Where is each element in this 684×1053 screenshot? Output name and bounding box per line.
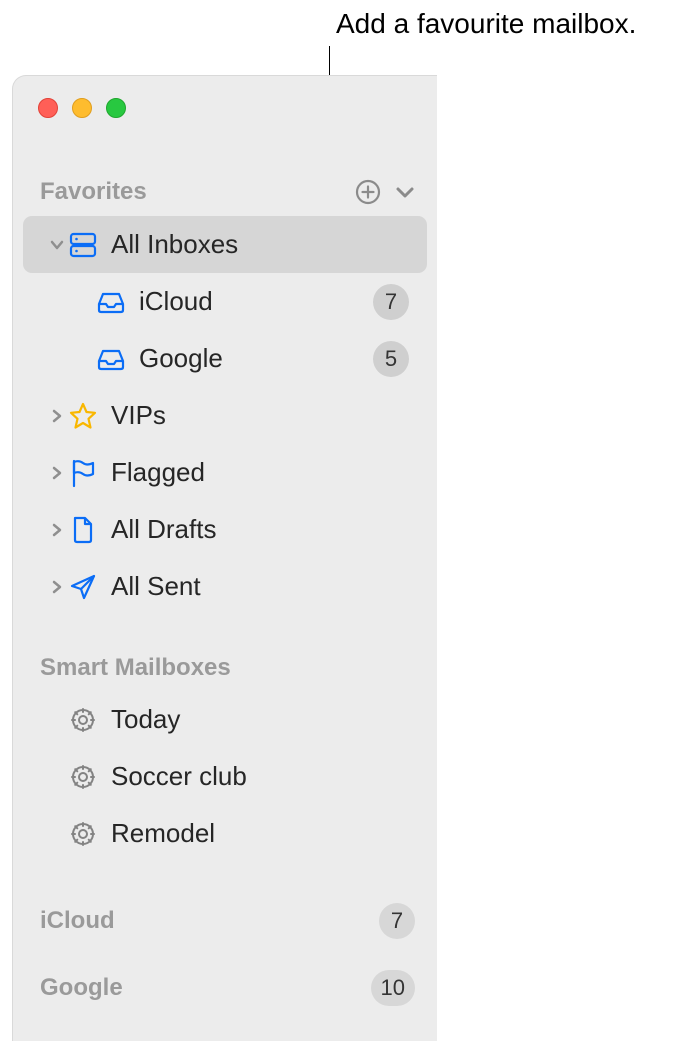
mail-sidebar-window: Favorites — [12, 75, 437, 1041]
add-favorite-icon[interactable] — [355, 179, 381, 205]
mailboxes-icon — [67, 231, 99, 259]
unread-badge: 5 — [373, 341, 409, 377]
sidebar-item-all-sent[interactable]: All Sent — [23, 558, 427, 615]
inbox-icon — [95, 290, 127, 314]
gear-icon — [67, 819, 99, 849]
sidebar-item-today[interactable]: Today — [23, 691, 427, 748]
zoom-window-button[interactable] — [106, 98, 126, 118]
flag-icon — [67, 458, 99, 488]
sidebar-account-label: Google — [40, 974, 371, 1002]
favorites-section-header: Favorites — [13, 176, 437, 216]
sidebar-item-label: VIPs — [111, 400, 409, 431]
doc-icon — [67, 515, 99, 545]
sidebar-item-remodel[interactable]: Remodel — [23, 805, 427, 862]
chevron-down-icon[interactable] — [47, 240, 67, 250]
sidebar-item-label: Soccer club — [111, 761, 409, 792]
close-window-button[interactable] — [38, 98, 58, 118]
inbox-icon — [95, 347, 127, 371]
sidebar-account-icloud[interactable]: iCloud 7 — [13, 892, 437, 949]
sidebar-item-label: All Drafts — [111, 514, 409, 545]
unread-badge: 7 — [379, 903, 415, 939]
chevron-right-icon[interactable] — [47, 523, 67, 537]
chevron-right-icon[interactable] — [47, 466, 67, 480]
sidebar-item-label: All Inboxes — [111, 229, 409, 260]
sidebar-item-label: Flagged — [111, 457, 409, 488]
sidebar-item-all-drafts[interactable]: All Drafts — [23, 501, 427, 558]
minimize-window-button[interactable] — [72, 98, 92, 118]
star-icon — [67, 401, 99, 431]
sidebar-item-soccer-club[interactable]: Soccer club — [23, 748, 427, 805]
sidebar-item-label: All Sent — [111, 571, 409, 602]
unread-badge: 10 — [371, 970, 415, 1006]
favorites-section-title: Favorites — [40, 178, 355, 206]
unread-badge: 7 — [373, 284, 409, 320]
sidebar-account-label: iCloud — [40, 907, 379, 935]
chevron-right-icon[interactable] — [47, 580, 67, 594]
gear-icon — [67, 705, 99, 735]
sidebar-item-all-inboxes[interactable]: All Inboxes — [23, 216, 427, 273]
window-controls — [13, 76, 437, 118]
sidebar-item-label: Remodel — [111, 818, 409, 849]
favorites-collapse-icon[interactable] — [395, 185, 415, 199]
sidebar-item-icloud-inbox[interactable]: iCloud 7 — [23, 273, 427, 330]
callout-label: Add a favourite mailbox. — [336, 8, 636, 40]
smart-mailboxes-section-header[interactable]: Smart Mailboxes — [13, 645, 437, 691]
sidebar-item-vips[interactable]: VIPs — [23, 387, 427, 444]
gear-icon — [67, 762, 99, 792]
sidebar-item-label: Today — [111, 704, 409, 735]
sidebar-item-flagged[interactable]: Flagged — [23, 444, 427, 501]
paperplane-icon — [67, 572, 99, 602]
sidebar-item-label: iCloud — [139, 286, 373, 317]
sidebar-account-google[interactable]: Google 10 — [13, 959, 437, 1016]
sidebar: Favorites — [13, 118, 437, 1016]
sidebar-item-label: Google — [139, 343, 373, 374]
smart-mailboxes-section-title: Smart Mailboxes — [40, 654, 415, 682]
sidebar-item-google-inbox[interactable]: Google 5 — [23, 330, 427, 387]
chevron-right-icon[interactable] — [47, 409, 67, 423]
